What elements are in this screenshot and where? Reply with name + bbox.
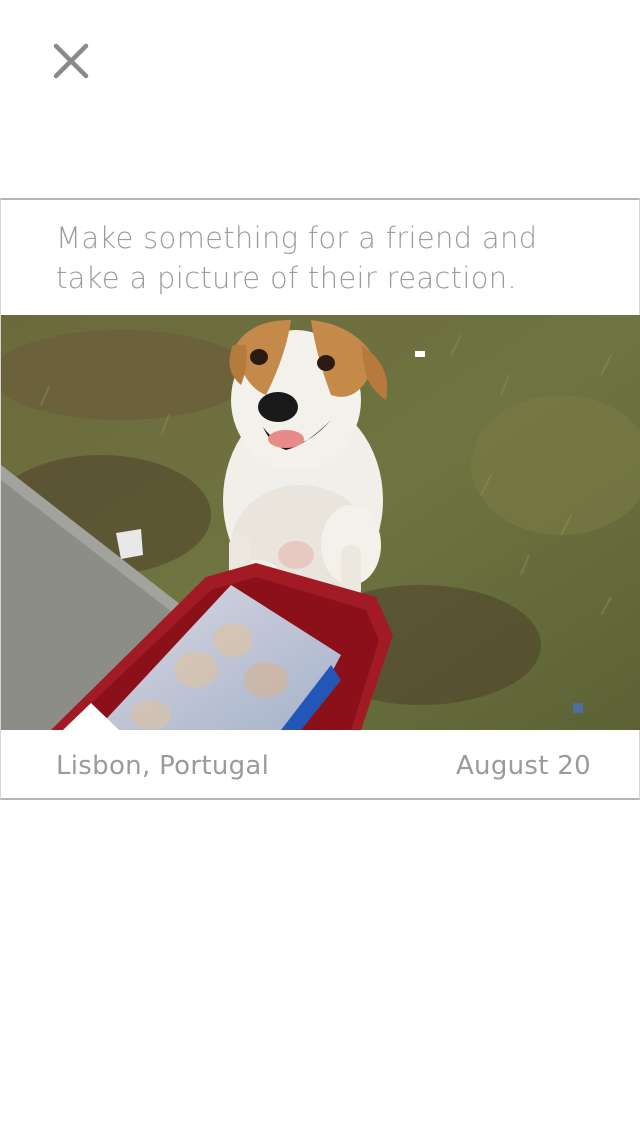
photo-location: Lisbon, Portugal (56, 751, 270, 781)
close-icon (53, 43, 89, 79)
screen: Make something for a friend and take a p… (0, 0, 640, 1136)
close-button[interactable] (48, 38, 94, 84)
challenge-photo[interactable] (1, 315, 640, 730)
challenge-card[interactable]: Make something for a friend and take a p… (0, 198, 640, 800)
photo-date: August 20 (455, 751, 591, 781)
challenge-prompt: Make something for a friend and take a p… (56, 221, 538, 295)
dog-photo (1, 315, 640, 730)
